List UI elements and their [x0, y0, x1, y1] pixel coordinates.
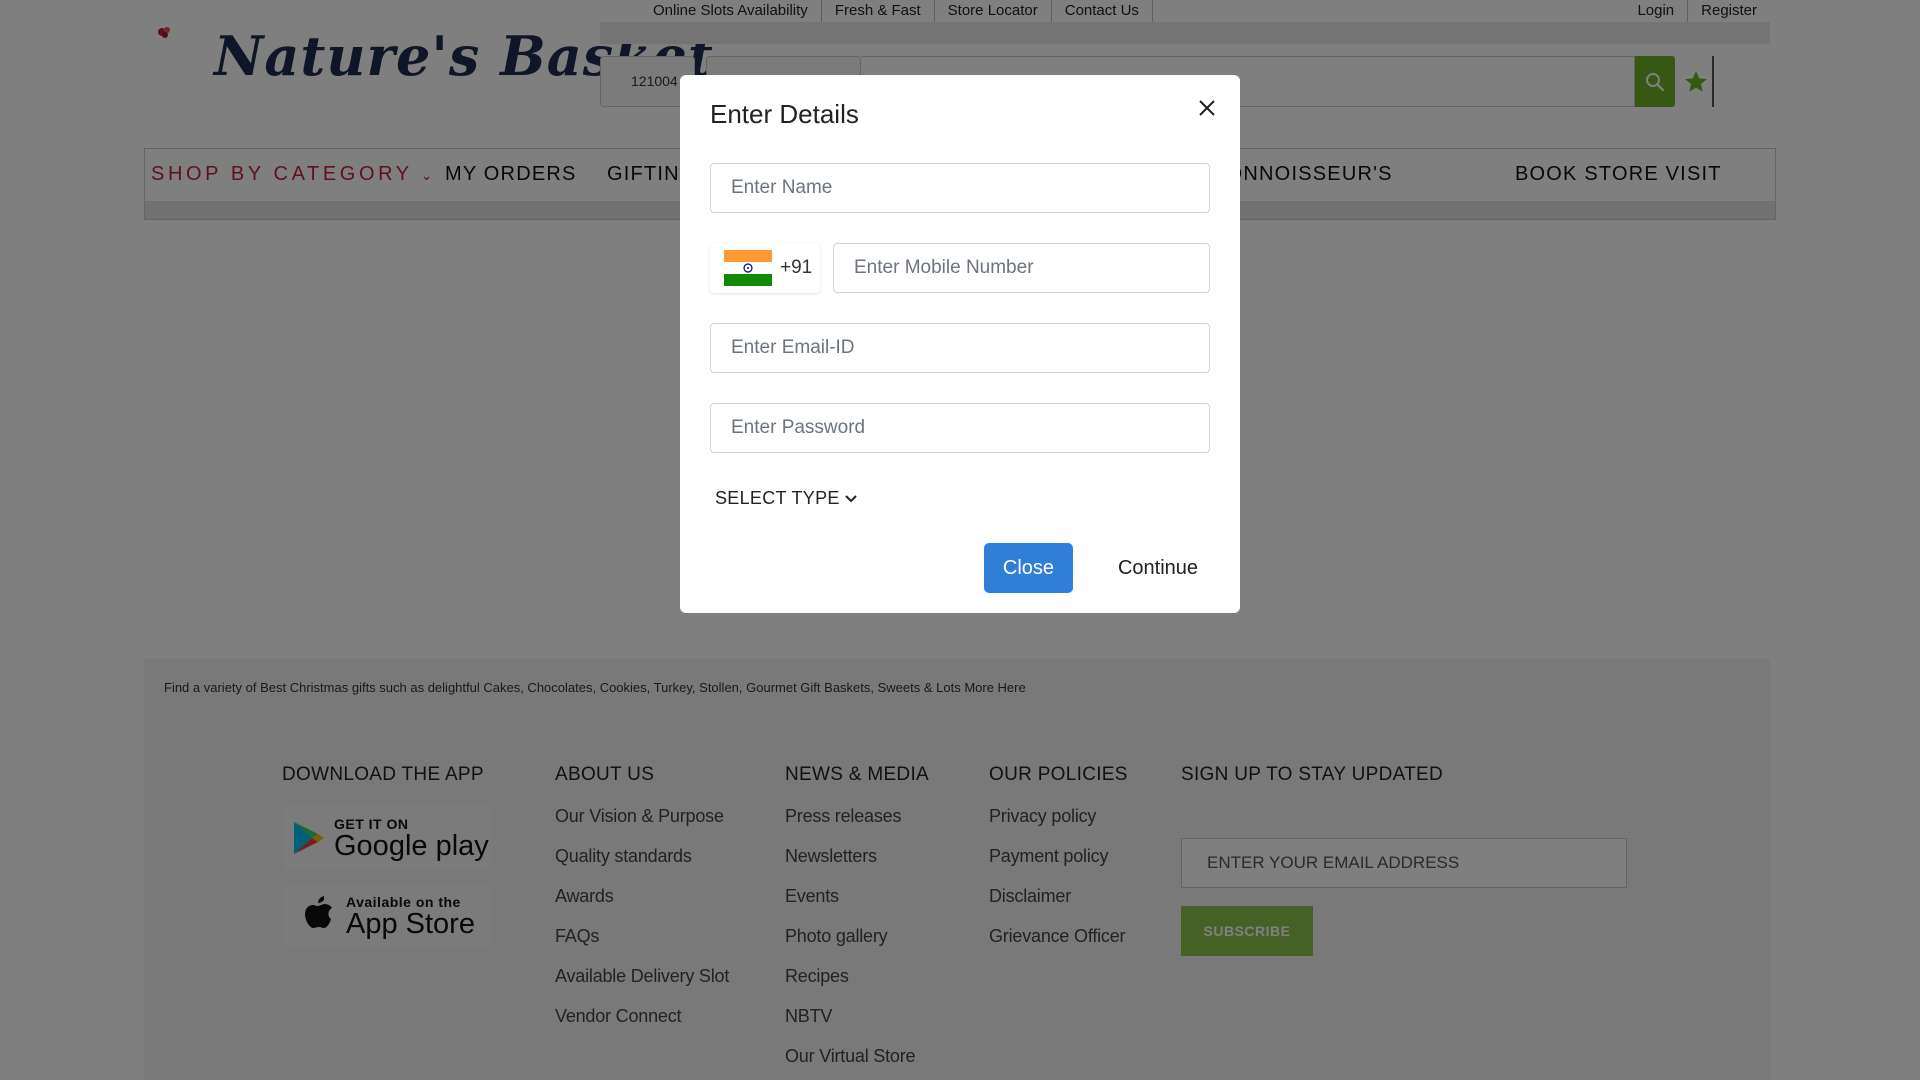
select-type-dropdown[interactable]: SELECT TYPE: [715, 488, 858, 509]
close-icon: [1199, 100, 1215, 116]
country-code-selector[interactable]: +91: [710, 243, 820, 293]
name-input[interactable]: [710, 163, 1210, 213]
email-input[interactable]: [710, 323, 1210, 373]
enter-details-modal: Enter Details +91 SELECT TYPE Close Cont…: [680, 75, 1240, 613]
modal-close-button[interactable]: [1192, 93, 1222, 123]
modal-title: Enter Details: [710, 99, 859, 129]
mobile-number-input[interactable]: [833, 243, 1210, 293]
password-input[interactable]: [710, 403, 1210, 453]
close-button[interactable]: Close: [984, 543, 1073, 593]
select-type-label: SELECT TYPE: [715, 488, 840, 508]
country-code: +91: [780, 257, 813, 278]
continue-button[interactable]: Continue: [1095, 543, 1221, 593]
india-flag-icon: [724, 250, 772, 286]
chevron-down-icon: [844, 494, 857, 502]
